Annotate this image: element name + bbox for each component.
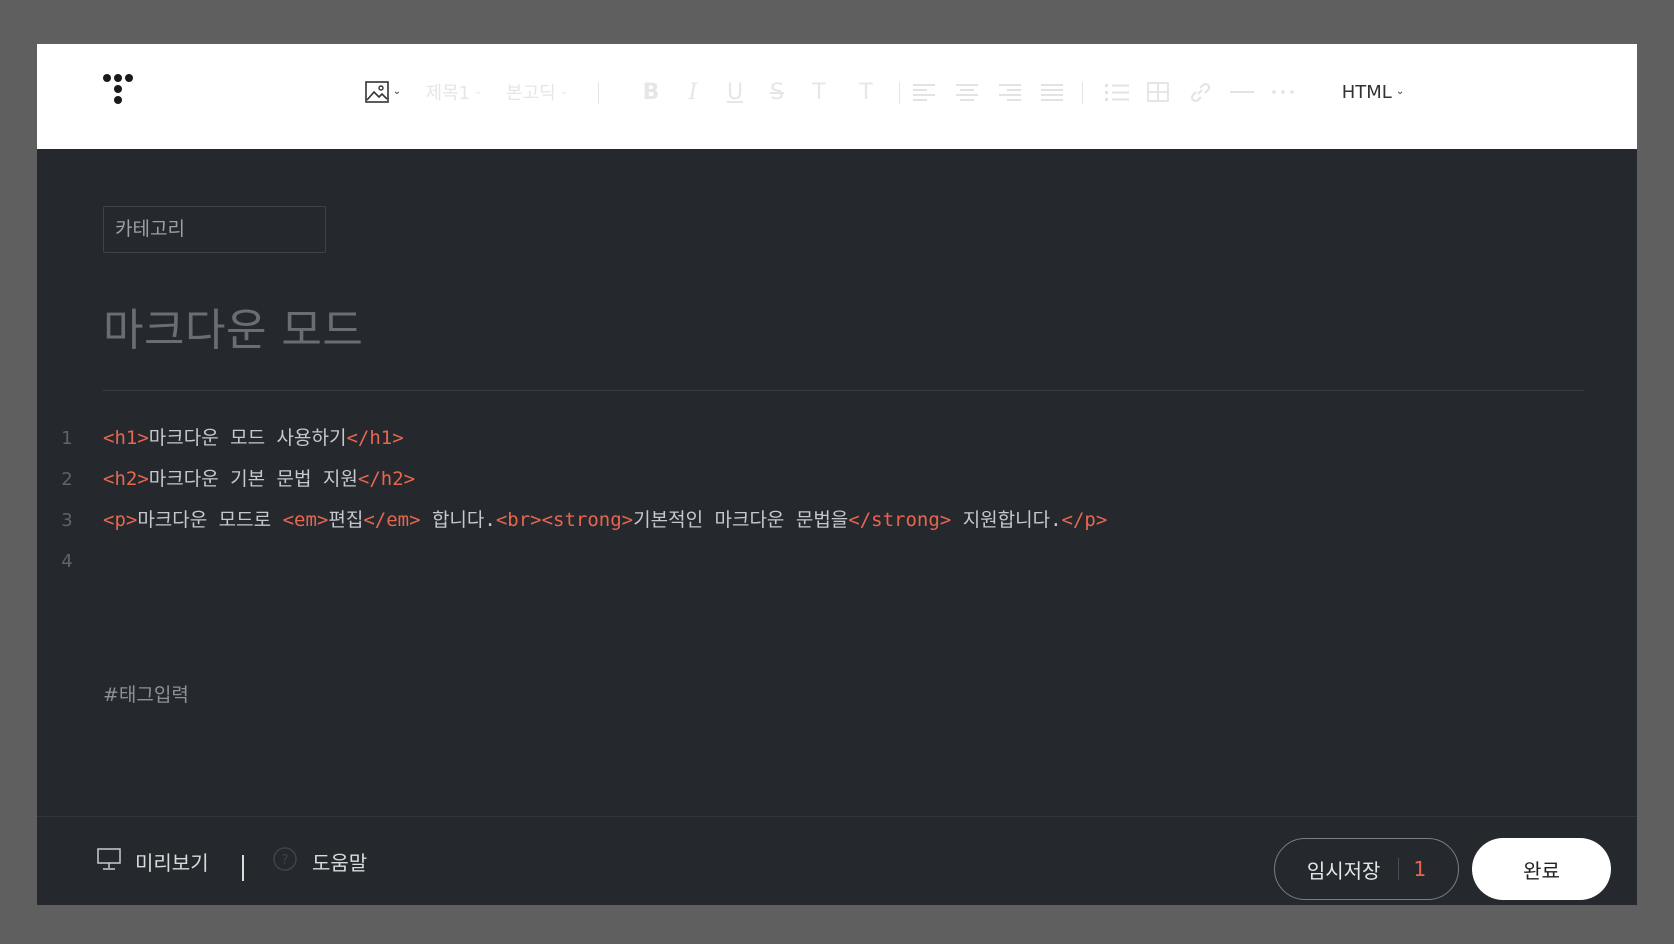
toolbar-divider: [598, 82, 599, 104]
chevron-down-icon: ⌄: [1395, 86, 1405, 97]
html-tag-token: </em>: [363, 509, 421, 531]
horizontal-line-icon: [1230, 90, 1254, 94]
list-icon: [1105, 83, 1129, 101]
html-tag-token: </strong>: [848, 509, 952, 531]
chevron-down-icon: ⌄: [474, 86, 483, 97]
align-justify-button[interactable]: [1037, 74, 1067, 110]
help-button[interactable]: ? 도움말: [272, 841, 367, 881]
chevron-down-icon: ⌄: [392, 86, 402, 97]
editor-mode-label: HTML: [1341, 81, 1392, 103]
line-content: <h1>마크다운 모드 사용하기</h1>: [103, 418, 404, 459]
monitor-icon: [97, 847, 121, 875]
line-content: <p>마크다운 모드로 <em>편집</em> 합니다.<br><strong>…: [103, 500, 1107, 541]
preview-button[interactable]: 미리보기: [97, 841, 209, 881]
toolbar-divider: [1082, 82, 1083, 104]
code-line[interactable]: 1 <h1>마크다운 모드 사용하기</h1>: [37, 418, 1637, 459]
code-line[interactable]: 2 <h2>마크다운 기본 문법 지원</h2>: [37, 459, 1637, 500]
toolbar: ⌄ 제목1 ⌄ 본고딕 ⌄ B I U S T T HTML ⌄: [37, 44, 1637, 149]
footer-divider: [242, 855, 244, 881]
text-token: 마크다운 모드로: [137, 509, 283, 531]
code-line[interactable]: 3 <p>마크다운 모드로 <em>편집</em> 합니다.<br><strong…: [37, 500, 1637, 541]
strikethrough-button[interactable]: S: [763, 74, 791, 110]
align-right-icon: [999, 83, 1021, 101]
preview-label: 미리보기: [135, 850, 209, 875]
italic-button[interactable]: I: [679, 74, 707, 110]
insert-image-button[interactable]: ⌄: [362, 74, 404, 110]
text-token: 마크다운 기본 문법 지원: [148, 468, 358, 490]
align-left-icon: [913, 83, 935, 101]
html-tag-token: </h2>: [357, 468, 416, 490]
html-tag-token: <em>: [282, 509, 329, 531]
image-icon: [364, 81, 389, 103]
help-label: 도움말: [312, 850, 368, 875]
align-left-button[interactable]: [909, 74, 939, 110]
save-draft-button[interactable]: 임시저장 1: [1274, 838, 1459, 900]
editor-mode-dropdown[interactable]: HTML ⌄: [1333, 74, 1413, 110]
code-editor[interactable]: 1 <h1>마크다운 모드 사용하기</h1> 2 <h2>마크다운 기본 문법 지원…: [37, 418, 1637, 582]
text-token: 지원합니다.: [951, 509, 1062, 531]
text-token: 마크다운 모드 사용하기: [148, 427, 347, 449]
category-select[interactable]: 카테고리: [103, 206, 326, 253]
save-draft-label: 임시저장: [1306, 858, 1381, 883]
draft-count-badge: 1: [1413, 857, 1427, 881]
text-color-button[interactable]: T: [805, 74, 833, 110]
html-tag-token: </p>: [1061, 509, 1108, 531]
toolbar-divider: [899, 82, 900, 104]
chevron-down-icon: ⌄: [559, 86, 569, 97]
draft-count-divider: [1398, 858, 1400, 880]
line-content: <h2>마크다운 기본 문법 지원</h2>: [103, 459, 415, 500]
publish-done-button[interactable]: 완료: [1472, 838, 1611, 900]
tistory-logo[interactable]: [103, 74, 143, 114]
tag-input[interactable]: #태그입력: [103, 680, 189, 707]
bullet-list-button[interactable]: [1102, 74, 1132, 110]
title-divider: [103, 390, 1584, 391]
bottom-bar: 미리보기 ? 도움말 임시저장 1 완료: [37, 816, 1637, 905]
more-icon: [1271, 90, 1295, 94]
table-button[interactable]: [1143, 74, 1173, 110]
html-tag-token: <h1>: [103, 427, 149, 449]
underline-button[interactable]: U: [721, 74, 749, 110]
align-justify-icon: [1041, 83, 1063, 101]
code-line[interactable]: 4: [37, 541, 1637, 582]
post-title-input[interactable]: 마크다운 모드: [103, 294, 363, 358]
text-token: 기본적인 마크다운 문법을: [633, 509, 849, 531]
line-number: 4: [61, 551, 73, 572]
font-label: 본고딕: [505, 83, 556, 104]
heading-dropdown[interactable]: 제목1 ⌄: [423, 74, 485, 110]
help-icon: ?: [272, 846, 298, 877]
bold-button[interactable]: B: [637, 74, 665, 110]
html-tag-token: </h1>: [346, 427, 404, 449]
line-number: 2: [61, 469, 73, 490]
html-tag-token: <h2>: [103, 468, 149, 490]
align-right-button[interactable]: [995, 74, 1025, 110]
table-icon: [1147, 82, 1169, 102]
editor-window: ⌄ 제목1 ⌄ 본고딕 ⌄ B I U S T T HTML ⌄ 카테고리 마크…: [37, 44, 1637, 905]
more-button[interactable]: [1268, 74, 1298, 110]
link-button[interactable]: [1185, 74, 1215, 110]
align-center-button[interactable]: [952, 74, 982, 110]
line-number: 1: [61, 428, 73, 449]
align-center-icon: [956, 83, 978, 101]
background-color-button[interactable]: T: [852, 74, 880, 110]
text-token: 편집: [328, 509, 364, 531]
horizontal-rule-button[interactable]: [1227, 74, 1257, 110]
link-icon: [1188, 81, 1212, 103]
heading-label: 제목1: [425, 83, 471, 104]
text-token: 합니다.: [420, 509, 496, 531]
svg-text:?: ?: [282, 853, 289, 868]
font-dropdown[interactable]: 본고딕 ⌄: [502, 74, 572, 110]
line-number: 3: [61, 510, 73, 531]
html-tag-token: <p>: [103, 509, 138, 531]
html-tag-token: <br><strong>: [495, 509, 634, 531]
